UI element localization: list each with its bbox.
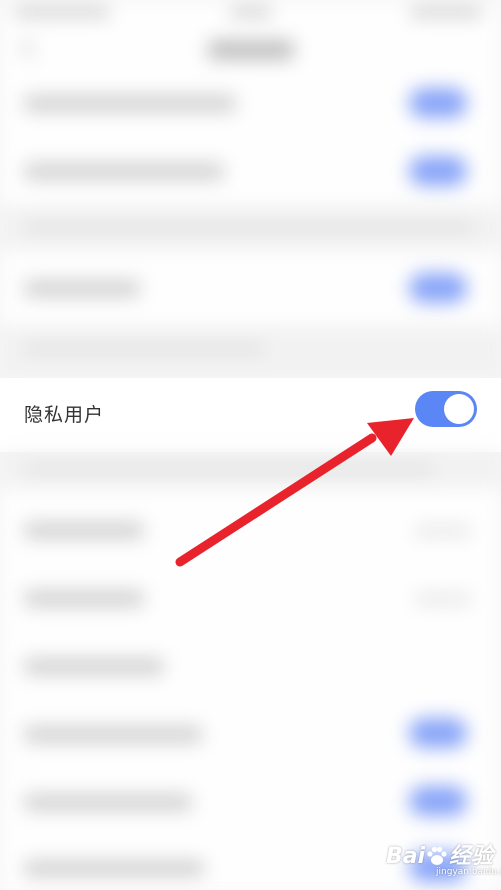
setting-row-4[interactable]: [0, 496, 501, 562]
setting-row-7[interactable]: [0, 700, 501, 766]
privacy-note-line: [24, 464, 434, 474]
privacy-user-row[interactable]: 隐私用户: [0, 378, 501, 452]
settings-screen: 隐私用户 Bai 经验 jingyan.baidu.: [0, 0, 501, 890]
setting-row-8[interactable]: [0, 768, 501, 834]
status-bar: [0, 0, 501, 26]
privacy-user-toggle[interactable]: [415, 391, 477, 427]
toggle-knob: [444, 394, 474, 424]
setting-value-4: [415, 526, 471, 536]
blurred-settings-bottom: [0, 452, 501, 890]
setting-toggle-1[interactable]: [409, 88, 467, 118]
setting-note-2: [0, 326, 501, 378]
setting-label-1: [24, 95, 236, 112]
setting-label-5: [24, 590, 144, 607]
chevron-left-icon[interactable]: [20, 36, 45, 61]
setting-toggle-7[interactable]: [409, 718, 467, 748]
status-icons: [410, 7, 482, 17]
blurred-settings-top: [0, 0, 501, 378]
setting-label-8: [24, 794, 192, 811]
watermark-url: jingyan.baidu.com: [436, 867, 501, 877]
watermark-prefix: Bai: [386, 844, 426, 869]
setting-row-5[interactable]: [0, 564, 501, 630]
setting-label-4: [24, 522, 144, 539]
setting-label-6: [24, 658, 164, 675]
status-time: [230, 7, 272, 17]
watermark-suffix: 经验: [449, 844, 494, 869]
setting-value-5: [415, 594, 471, 604]
baidu-paw-icon: [427, 846, 447, 865]
setting-note-1: [0, 206, 501, 250]
setting-toggle-3[interactable]: [409, 273, 467, 303]
setting-label-3: [24, 280, 140, 297]
setting-note-line-1: [24, 222, 474, 232]
setting-row-1[interactable]: [0, 70, 501, 136]
setting-note-line-2: [24, 344, 264, 354]
setting-toggle-2[interactable]: [409, 156, 467, 186]
watermark-brand: Bai 经验: [386, 838, 493, 870]
page-title: [208, 40, 294, 60]
setting-label-2: [24, 163, 224, 180]
setting-row-6[interactable]: [0, 632, 501, 698]
privacy-user-label: 隐私用户: [24, 404, 105, 426]
setting-label-7: [24, 726, 202, 743]
setting-toggle-8[interactable]: [409, 786, 467, 816]
privacy-note: [0, 452, 501, 488]
status-carrier: [14, 7, 110, 17]
baidu-jingyan-watermark: Bai 经验 jingyan.baidu.com: [386, 834, 501, 884]
setting-row-2[interactable]: [0, 138, 501, 204]
setting-label-9: [24, 860, 204, 877]
setting-row-3[interactable]: [0, 252, 501, 324]
